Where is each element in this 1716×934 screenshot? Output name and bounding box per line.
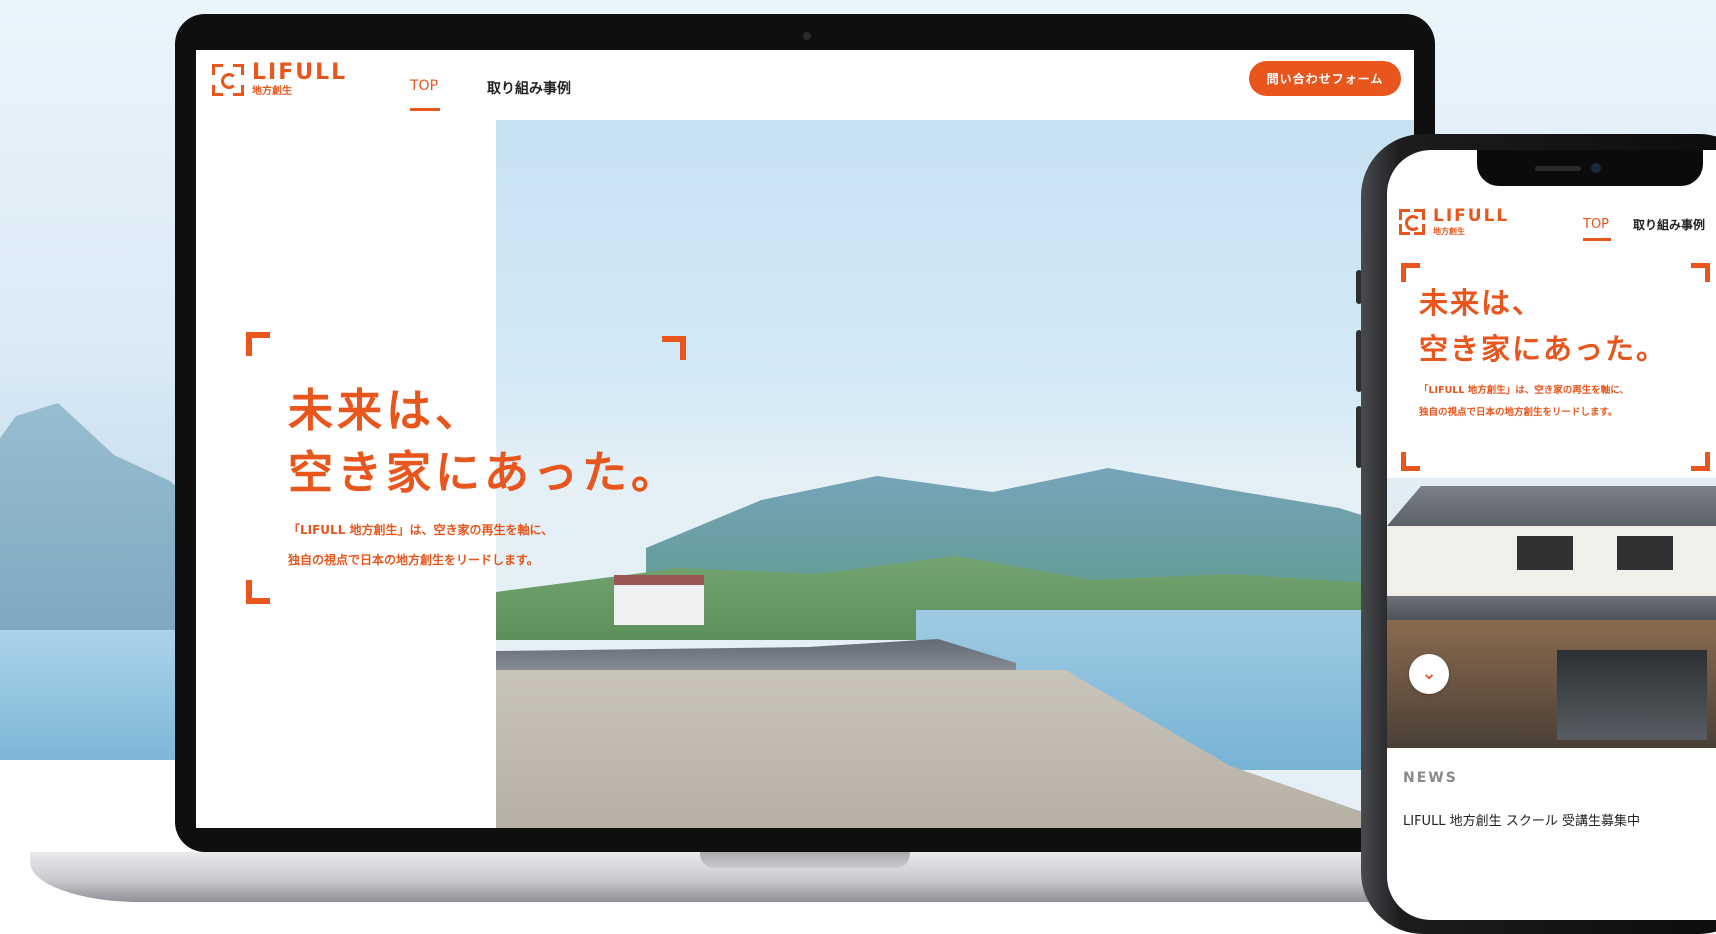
mobile-nav-cases[interactable]: 取り組み事例 xyxy=(1633,216,1705,233)
mobile-hero-photo xyxy=(1387,478,1716,748)
nav-active-indicator xyxy=(410,108,440,111)
laptop-camera xyxy=(803,32,811,40)
phone-camera xyxy=(1591,163,1601,173)
nav-top[interactable]: TOP xyxy=(410,78,438,94)
hero-headline-line1: 未来は、 xyxy=(288,384,485,437)
hero-headline-line2: 空き家にあった。 xyxy=(288,446,681,499)
laptop-notch xyxy=(700,852,910,868)
phone-speaker xyxy=(1535,166,1581,171)
hero-headline: 未来は、空き家にあった。 xyxy=(288,380,680,504)
mobile-hero-headline-line2: 空き家にあった。 xyxy=(1419,332,1668,366)
logo-wordmark: LIFULL xyxy=(252,60,348,85)
laptop-screen: LIFULL 地方創生 TOP 取り組み事例 問い合わせフォーム 未来は、空き家… xyxy=(196,50,1414,828)
mobile-hero-headline: 未来は、空き家にあった。 xyxy=(1419,280,1667,372)
news-item[interactable]: LIFULL 地方創生 スクール 受講生募集中 xyxy=(1403,810,1640,829)
logo-tagline: 地方創生 xyxy=(1433,227,1465,236)
frame-corner-top-right xyxy=(662,336,686,360)
chevron-down-icon: ⌄ xyxy=(1421,663,1437,684)
logo-wordmark: LIFULL xyxy=(1433,206,1510,226)
hero-subtext-line2: 独自の視点で日本の地方創生をリードします。 xyxy=(288,553,539,567)
hero-subtext: 「LIFULL 地方創生」は、空き家の再生を軸に、 独自の視点で日本の地方創生をリ… xyxy=(288,515,553,575)
mobile-hero-headline-line1: 未来は、 xyxy=(1419,286,1544,320)
logo-tagline: 地方創生 xyxy=(252,86,292,97)
mobile-logo[interactable]: LIFULL 地方創生 xyxy=(1399,208,1509,236)
mobile-hero-subtext-line1: 「LIFULL 地方創生」は、空き家の再生を軸に、 xyxy=(1419,385,1629,396)
site-logo[interactable]: LIFULL 地方創生 xyxy=(212,62,347,97)
frame-corner-top-left xyxy=(246,332,270,356)
mobile-hero-subtext-line2: 独自の視点で日本の地方創生をリードします。 xyxy=(1419,407,1618,418)
frame-corner-bottom-left xyxy=(1401,452,1420,471)
news-heading: NEWS xyxy=(1403,770,1458,786)
mobile-nav-active-indicator xyxy=(1583,238,1611,241)
phone-screen: LIFULL 地方創生 TOP 取り組み事例 未来は、空き家にあった。 「LIF… xyxy=(1387,150,1716,920)
scroll-down-button[interactable]: ⌄ xyxy=(1409,654,1449,694)
frame-corner-bottom-right xyxy=(1691,452,1710,471)
mobile-nav-top[interactable]: TOP xyxy=(1583,217,1609,232)
frame-corner-top-left xyxy=(1401,263,1420,282)
frame-corner-bottom-left xyxy=(246,580,270,604)
background-sea xyxy=(0,630,200,760)
nav-cases[interactable]: 取り組み事例 xyxy=(487,78,571,98)
contact-form-button[interactable]: 問い合わせフォーム xyxy=(1249,61,1401,96)
logo-icon xyxy=(1399,209,1425,235)
mobile-hero-subtext: 「LIFULL 地方創生」は、空き家の再生を軸に、 独自の視点で日本の地方創生をリ… xyxy=(1419,380,1629,424)
logo-icon xyxy=(212,63,244,96)
site-header: LIFULL 地方創生 TOP 取り組み事例 問い合わせフォーム xyxy=(196,50,1414,120)
hero-subtext-line1: 「LIFULL 地方創生」は、空き家の再生を軸に、 xyxy=(288,523,554,537)
frame-corner-top-right xyxy=(1691,263,1710,282)
phone-notch xyxy=(1477,150,1703,186)
